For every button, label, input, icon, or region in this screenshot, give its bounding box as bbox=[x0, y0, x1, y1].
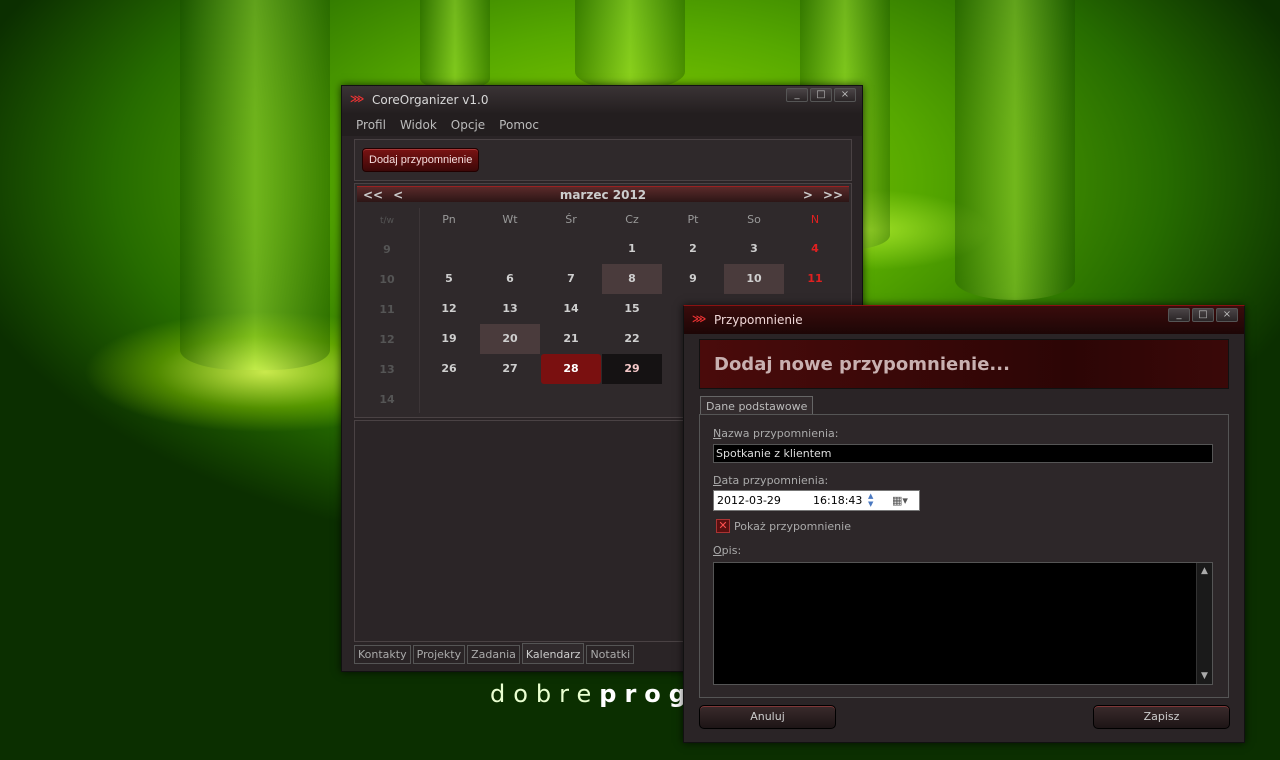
menu-pomoc[interactable]: Pomoc bbox=[499, 118, 539, 132]
calendar-day[interactable]: 12 bbox=[419, 294, 479, 324]
main-titlebar[interactable]: ⋙ CoreOrganizer v1.0 _ □ × bbox=[342, 86, 862, 114]
calendar-day[interactable]: 28 bbox=[541, 354, 601, 384]
week-number: 11 bbox=[379, 303, 395, 316]
calendar-day[interactable]: 11 bbox=[785, 264, 845, 294]
menu-opcje[interactable]: Opcje bbox=[451, 118, 485, 132]
scroll-down-icon[interactable]: ▼ bbox=[1201, 671, 1208, 681]
calendar-day[interactable]: 3 bbox=[724, 234, 784, 264]
calendar-day[interactable]: 1 bbox=[602, 234, 662, 264]
tab-notatki[interactable]: Notatki bbox=[586, 645, 635, 664]
show-reminder-checkbox[interactable]: ✕ bbox=[716, 519, 730, 533]
week-number: 10 bbox=[379, 273, 395, 286]
calendar-day[interactable]: 27 bbox=[480, 354, 540, 384]
week-number: 12 bbox=[379, 333, 395, 346]
next-year-button[interactable]: >> bbox=[823, 188, 843, 202]
next-month-button[interactable]: > bbox=[803, 188, 813, 202]
dialog-title: Przypomnienie bbox=[714, 313, 803, 327]
minimize-button[interactable]: _ bbox=[786, 88, 808, 102]
prev-month-button[interactable]: < bbox=[393, 188, 403, 202]
week-number: 14 bbox=[379, 393, 395, 406]
weekday-header: N bbox=[810, 213, 820, 226]
calendar-day[interactable]: 4 bbox=[785, 234, 845, 264]
save-button[interactable]: Zapisz bbox=[1093, 705, 1230, 729]
wallpaper-pillar bbox=[180, 0, 330, 370]
week-number: 13 bbox=[379, 363, 395, 376]
window-title: CoreOrganizer v1.0 bbox=[372, 93, 489, 107]
cancel-button[interactable]: Anuluj bbox=[699, 705, 836, 729]
dialog-titlebar[interactable]: ⋙ Przypomnienie _ □ × bbox=[684, 306, 1244, 334]
calendar-day[interactable]: 8 bbox=[602, 264, 662, 294]
app-logo-icon: ⋙ bbox=[692, 314, 707, 325]
toolbar: Dodaj przypomnienie bbox=[354, 139, 852, 181]
weekday-header: Pt bbox=[687, 213, 699, 226]
calendar-day[interactable]: 19 bbox=[419, 324, 479, 354]
description-label: Opis: bbox=[713, 544, 742, 557]
date-label: Data przypomnienia: bbox=[713, 474, 829, 487]
calendar-day[interactable]: 6 bbox=[480, 264, 540, 294]
name-input[interactable]: Spotkanie z klientem bbox=[713, 444, 1213, 463]
maximize-button[interactable]: □ bbox=[810, 88, 832, 102]
name-label: Nazwa przypomnienia: bbox=[713, 427, 839, 440]
calendar-day[interactable]: 5 bbox=[419, 264, 479, 294]
dialog-body: Nazwa przypomnienia: Spotkanie z kliente… bbox=[699, 414, 1229, 698]
tab-projekty[interactable]: Projekty bbox=[412, 645, 466, 664]
menu-profil[interactable]: Profil bbox=[356, 118, 386, 132]
wallpaper-brand: dobreprog bbox=[490, 680, 694, 708]
date-value[interactable]: 2012-03-29 bbox=[717, 491, 781, 510]
show-reminder-label[interactable]: Pokaż przypomnienie bbox=[734, 520, 851, 533]
calendar-day[interactable]: 26 bbox=[419, 354, 479, 384]
tab-kontakty[interactable]: Kontakty bbox=[354, 645, 411, 664]
wallpaper-pillar bbox=[420, 0, 490, 90]
week-number: 9 bbox=[383, 243, 391, 256]
time-spinner-icon[interactable]: ▲ ▼ bbox=[868, 492, 873, 508]
time-value[interactable]: 16:18:43 bbox=[813, 491, 862, 510]
calendar-dropdown-icon[interactable]: ▦▾ bbox=[892, 491, 908, 510]
app-logo-icon: ⋙ bbox=[350, 94, 365, 105]
menu-widok[interactable]: Widok bbox=[400, 118, 437, 132]
description-scrollbar[interactable]: ▲ ▼ bbox=[1196, 563, 1212, 684]
dialog-minimize-button[interactable]: _ bbox=[1168, 308, 1190, 322]
prev-year-button[interactable]: << bbox=[363, 188, 383, 202]
calendar-nav: marzec 2012 << < > >> bbox=[357, 186, 849, 202]
calendar-day[interactable]: 7 bbox=[541, 264, 601, 294]
calendar-day[interactable]: 9 bbox=[663, 264, 723, 294]
dialog-close-button[interactable]: × bbox=[1216, 308, 1238, 322]
weekday-header: Cz bbox=[625, 213, 639, 226]
calendar-day[interactable]: 2 bbox=[663, 234, 723, 264]
calendar-day[interactable]: 22 bbox=[602, 324, 662, 354]
calendar-day[interactable]: 15 bbox=[602, 294, 662, 324]
weekday-header: So bbox=[747, 213, 761, 226]
date-time-picker[interactable]: 2012-03-29 16:18:43 ▲ ▼ ▦▾ bbox=[713, 490, 920, 511]
calendar-day[interactable]: 21 bbox=[541, 324, 601, 354]
dialog-header: Dodaj nowe przypomnienie... bbox=[699, 339, 1229, 389]
wallpaper-pillar bbox=[955, 0, 1075, 300]
tab-kalendarz[interactable]: Kalendarz bbox=[521, 643, 585, 664]
month-label: marzec 2012 bbox=[559, 187, 647, 202]
tab-basic-data[interactable]: Dane podstawowe bbox=[700, 396, 814, 416]
weekday-header: Pn bbox=[442, 213, 456, 226]
wallpaper-pillar bbox=[575, 0, 685, 90]
calendar-day[interactable]: 14 bbox=[541, 294, 601, 324]
tab-zadania[interactable]: Zadania bbox=[467, 645, 520, 664]
calendar-day[interactable]: 20 bbox=[480, 324, 540, 354]
calendar-day[interactable]: 13 bbox=[480, 294, 540, 324]
scroll-up-icon[interactable]: ▲ bbox=[1201, 566, 1208, 576]
reminder-dialog: ⋙ Przypomnienie _ □ × Dodaj nowe przypom… bbox=[683, 305, 1245, 743]
close-button[interactable]: × bbox=[834, 88, 856, 102]
bottom-tabs: Kontakty Projekty Zadania Kalendarz Nota… bbox=[354, 643, 635, 664]
week-header: t/w bbox=[380, 216, 394, 226]
add-reminder-button[interactable]: Dodaj przypomnienie bbox=[362, 148, 480, 172]
calendar-day[interactable]: 29 bbox=[602, 354, 662, 384]
description-textarea[interactable]: ▲ ▼ bbox=[713, 562, 1213, 685]
menubar: Profil Widok Opcje Pomoc bbox=[342, 114, 862, 136]
dialog-maximize-button[interactable]: □ bbox=[1192, 308, 1214, 322]
calendar-day[interactable]: 10 bbox=[724, 264, 784, 294]
weekday-header: Wt bbox=[502, 213, 518, 226]
weekday-header: Śr bbox=[565, 213, 577, 226]
